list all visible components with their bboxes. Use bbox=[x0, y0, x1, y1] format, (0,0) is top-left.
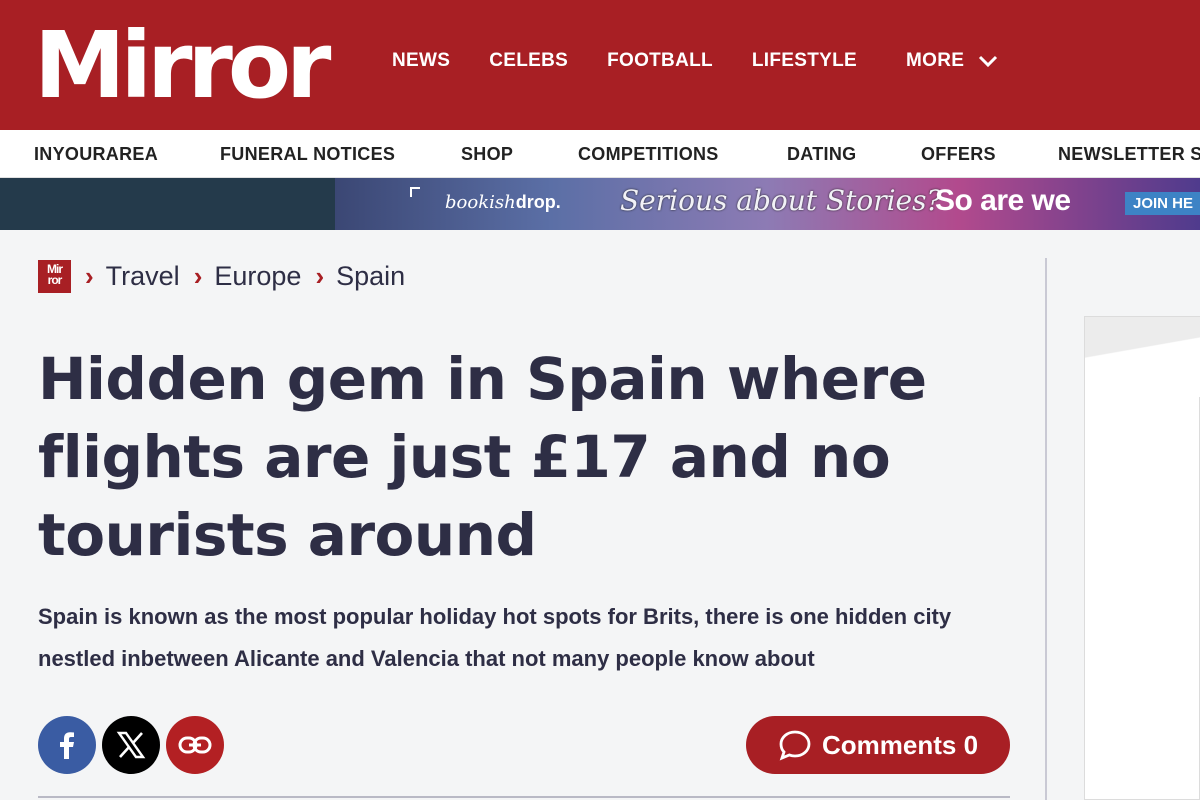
column-divider bbox=[1045, 258, 1047, 800]
promo-brand-prefix: bookish bbox=[445, 192, 516, 213]
link-icon bbox=[178, 736, 212, 754]
speech-bubble-icon bbox=[779, 730, 811, 761]
chevron-right-icon: › bbox=[315, 261, 325, 291]
chevron-right-icon: › bbox=[85, 261, 94, 291]
breadcrumb: Mir ror › Travel › Europe › Spain bbox=[38, 260, 419, 293]
breadcrumb-travel[interactable]: Travel bbox=[106, 261, 180, 292]
promo-tagline: Serious about Stories? bbox=[620, 184, 942, 217]
subnav-funeral-notices[interactable]: FUNERAL NOTICES bbox=[220, 144, 395, 165]
breadcrumb-spain[interactable]: Spain bbox=[336, 261, 405, 292]
subnav-newsletter[interactable]: NEWSLETTER S bbox=[1058, 144, 1200, 165]
nav-more-label: MORE bbox=[906, 50, 965, 71]
chevron-right-icon: › bbox=[193, 261, 203, 291]
facebook-icon bbox=[60, 732, 74, 759]
nav-more[interactable]: MORE bbox=[906, 50, 998, 72]
promo-brand: bookishdrop. bbox=[445, 192, 561, 213]
comments-count: 0 bbox=[963, 729, 979, 760]
nav-celebs[interactable]: CELEBS bbox=[489, 50, 568, 72]
subnav-offers[interactable]: OFFERS bbox=[921, 144, 996, 165]
comments-label: Comments bbox=[821, 729, 957, 760]
top-header: Mirror NEWS CELEBS FOOTBALL LIFESTYLE MO… bbox=[0, 0, 1200, 130]
mirror-logo[interactable]: Mirror bbox=[34, 14, 331, 118]
share-x-button[interactable] bbox=[102, 716, 160, 774]
subnav-competitions[interactable]: COMPETITIONS bbox=[578, 144, 719, 165]
chevron-down-icon bbox=[979, 55, 998, 68]
copy-link-button[interactable] bbox=[166, 716, 224, 774]
x-icon bbox=[116, 731, 146, 759]
mirror-mini-logo[interactable]: Mir ror bbox=[38, 260, 71, 293]
subnav-dating[interactable]: DATING bbox=[787, 144, 856, 165]
nav-football[interactable]: FOOTBALL bbox=[607, 50, 713, 72]
article-standfirst: Spain is known as the most popular holid… bbox=[38, 604, 952, 671]
sidebar-ad-slot bbox=[1084, 316, 1200, 800]
subnav-inyourarea[interactable]: INYOURAREA bbox=[34, 144, 158, 165]
promo-brand-suffix: drop. bbox=[515, 192, 561, 212]
secondary-nav: INYOURAREA FUNERAL NOTICES SHOP COMPETIT… bbox=[0, 130, 1200, 178]
article-headline: Hidden gem in Spain where flights are ju… bbox=[38, 345, 927, 569]
nav-lifestyle[interactable]: LIFESTYLE bbox=[752, 50, 857, 72]
promo-banner[interactable]: bookishdrop. Serious about Stories? So a… bbox=[335, 178, 1200, 230]
nav-news[interactable]: NEWS bbox=[392, 50, 450, 72]
share-facebook-button[interactable] bbox=[38, 716, 96, 774]
breadcrumb-europe[interactable]: Europe bbox=[214, 261, 301, 292]
divider bbox=[38, 796, 1010, 798]
corner-bracket-icon bbox=[410, 187, 420, 197]
comments-button[interactable]: Comments 0 bbox=[746, 716, 1010, 774]
promo-band: bookishdrop. Serious about Stories? So a… bbox=[0, 178, 1200, 230]
subnav-shop[interactable]: SHOP bbox=[461, 144, 513, 165]
promo-slogan: So are we bbox=[935, 184, 1071, 217]
main-nav: NEWS CELEBS FOOTBALL LIFESTYLE MORE bbox=[392, 50, 1037, 72]
promo-join-button[interactable]: JOIN HE bbox=[1125, 192, 1200, 215]
